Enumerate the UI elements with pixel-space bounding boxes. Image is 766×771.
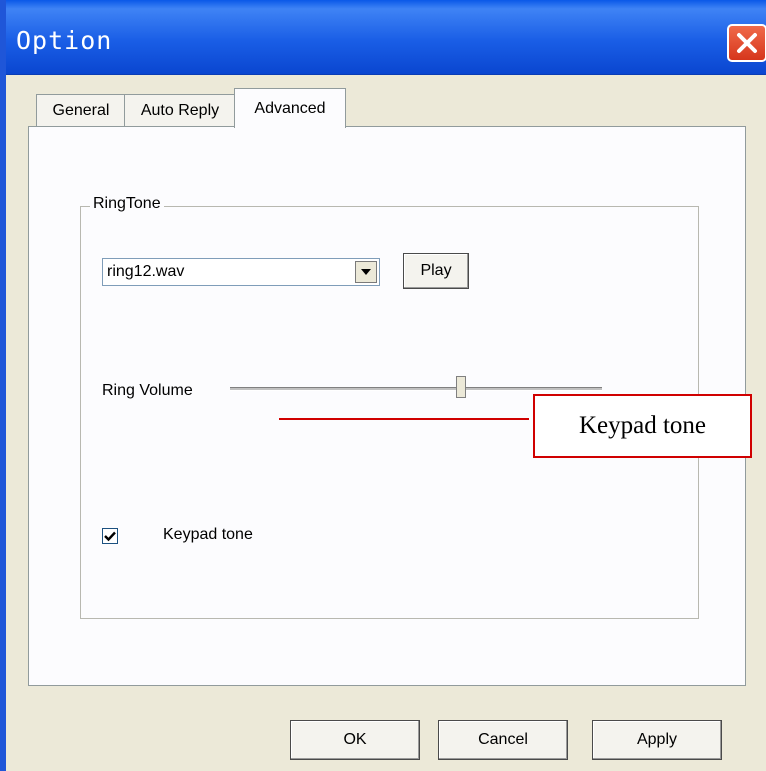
tab-advanced[interactable]: Advanced: [234, 88, 346, 128]
slider-thumb[interactable]: [455, 376, 466, 398]
close-icon: [737, 33, 757, 53]
ringtone-group-label: RingTone: [90, 195, 164, 213]
annotation-pointer-line: [279, 418, 529, 420]
keypad-tone-label: Keypad tone: [163, 526, 253, 543]
tab-auto-reply[interactable]: Auto Reply: [124, 94, 236, 127]
ringtone-select[interactable]: ring12.wav: [102, 258, 380, 286]
annotation-callout: Keypad tone: [533, 394, 752, 458]
ring-volume-label: Ring Volume: [102, 382, 193, 399]
tab-general[interactable]: General: [36, 94, 126, 127]
apply-button[interactable]: Apply: [592, 720, 722, 760]
chevron-down-icon: [361, 269, 371, 275]
window-title: Option: [16, 26, 113, 55]
ok-button[interactable]: OK: [290, 720, 420, 760]
dropdown-button[interactable]: [355, 261, 377, 283]
title-bar[interactable]: Option: [6, 0, 766, 75]
close-button[interactable]: [727, 24, 766, 62]
ring-volume-slider[interactable]: [230, 376, 602, 398]
keypad-tone-checkbox[interactable]: [102, 528, 118, 544]
check-icon: [104, 531, 116, 542]
play-button[interactable]: Play: [403, 253, 469, 289]
cancel-button[interactable]: Cancel: [438, 720, 568, 760]
ringtone-selected-value: ring12.wav: [107, 263, 185, 280]
